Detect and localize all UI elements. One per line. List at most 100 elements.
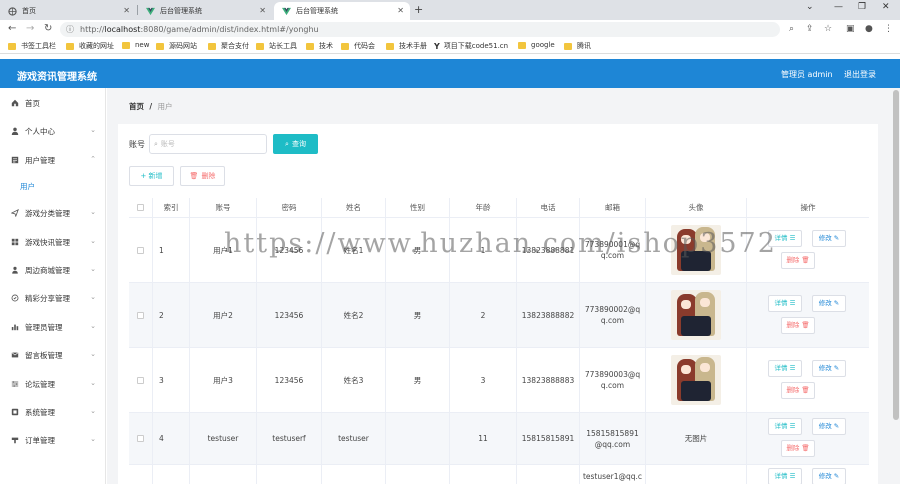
header-operation: 操作 (800, 203, 816, 212)
edit-button[interactable]: 修改 ✎ (812, 295, 846, 312)
new-tab-button[interactable]: + (414, 3, 423, 16)
page-scrollbar[interactable] (893, 90, 899, 420)
account-search-input[interactable]: ⌕ 账号 (149, 134, 267, 154)
user-icon (11, 127, 19, 135)
header-phone: 电话 (517, 198, 580, 217)
sidebar-item-home[interactable]: 首页 (0, 95, 106, 111)
breadcrumb-home[interactable]: 首页 (129, 102, 144, 111)
menu-icon[interactable]: ⋮ (884, 24, 893, 34)
browser-toolbar: ← → ↻ ⓘ http:// localhost :8080/game/adm… (0, 20, 900, 39)
detail-button[interactable]: 详情 ☰ (768, 360, 802, 377)
browser-tab-admin-1[interactable]: 后台管理系统 ✕ (138, 2, 272, 20)
bookmark-item[interactable]: 站长工具 (256, 41, 297, 51)
bookmark-item[interactable]: 源码网站 (156, 41, 197, 51)
edit-button[interactable]: 修改 ✎ (812, 230, 846, 247)
bookmark-item[interactable]: 聚合支付 (208, 41, 249, 51)
bookmark-item[interactable]: google (518, 41, 555, 49)
sidebar-subitem-user[interactable]: 用户 (20, 181, 35, 192)
logout-link[interactable]: 退出登录 (844, 69, 876, 80)
row-checkbox[interactable] (129, 218, 153, 282)
window-close-icon[interactable]: ✕ (882, 2, 890, 12)
sidebar-item-game-news[interactable]: 游戏快讯管理 ⌄ (0, 234, 106, 250)
star-icon[interactable]: ☆ (824, 24, 832, 34)
folder-icon (564, 42, 572, 50)
detail-button[interactable]: 详情 ☰ (768, 418, 802, 435)
msg-icon (11, 351, 19, 359)
app-header: 游戏资讯管理系统 管理员 admin 退出登录 (0, 59, 900, 88)
tab-label: 首页 (22, 7, 36, 15)
bookmark-item[interactable]: 书签工具栏 (8, 41, 56, 51)
delete-button[interactable]: 🗑 删除 (180, 166, 225, 186)
y-icon: Y (434, 41, 440, 51)
sidebar-item-share[interactable]: 精彩分享管理 ⌄ (0, 290, 106, 306)
grid-icon (11, 238, 19, 246)
remove-button[interactable]: 删除 🗑 (781, 382, 815, 399)
bookmark-item[interactable]: 技术手册 (386, 41, 427, 51)
browser-tab-admin-2[interactable]: 后台管理系统 ✕ (274, 2, 410, 20)
edit-button[interactable]: 修改 ✎ (812, 418, 846, 435)
header-avatar: 头像 (646, 198, 747, 217)
remove-button[interactable]: 删除 🗑 (781, 440, 815, 457)
profile-icon[interactable]: ● (865, 24, 873, 34)
close-icon[interactable]: ✕ (123, 6, 130, 15)
bookmark-item[interactable]: 收藏的网址 (66, 41, 114, 51)
header-account: 账号 (190, 198, 257, 217)
bookmark-item[interactable]: Y 项目下载code51.cn (434, 41, 508, 51)
sidebar-item-system[interactable]: 系统管理 ⌄ (0, 404, 106, 420)
select-all-checkbox[interactable] (129, 198, 153, 217)
tab-search-icon[interactable]: ⌄ (806, 2, 814, 12)
detail-button[interactable]: 详情 ☰ (768, 295, 802, 312)
share-icon[interactable]: ⇪ (806, 24, 814, 34)
chevron-down-icon: ⌄ (90, 379, 96, 387)
search-icon: ⌕ (154, 139, 158, 148)
edit-button[interactable]: 修改 ✎ (812, 360, 846, 377)
edit-button[interactable]: 修改 ✎ (812, 468, 846, 484)
sidebar-item-admins[interactable]: 管理员管理 ⌄ (0, 319, 106, 335)
row-checkbox[interactable] (129, 283, 153, 347)
detail-button[interactable]: 详情 ☰ (768, 230, 802, 247)
sidebar-item-messages[interactable]: 留言板管理 ⌄ (0, 347, 106, 363)
folder-icon (386, 42, 394, 50)
minimize-icon[interactable]: — (834, 2, 843, 12)
sidebar-item-shop[interactable]: 周边商城管理 ⌄ (0, 262, 106, 278)
sidebar-item-profile[interactable]: 个人中心 ⌄ (0, 123, 106, 139)
detail-button[interactable]: 详情 ☰ (768, 468, 802, 484)
sidebar-item-orders[interactable]: 订单管理 ⌄ (0, 432, 106, 448)
sidebar-item-forum[interactable]: 论坛管理 ⌄ (0, 376, 106, 392)
row-actions: 详情 ☰ 修改 ✎ 删除 🗑 (747, 348, 869, 412)
bookmark-item[interactable]: 代码会 (341, 41, 375, 51)
remove-button[interactable]: 删除 🗑 (781, 252, 815, 269)
browser-tabbar: 首页 ✕ 后台管理系统 ✕ 后台管理系统 ✕ + ⌄ — ❐ ✕ (0, 0, 900, 20)
bookmark-item[interactable]: 腾讯 (564, 41, 591, 51)
browser-tab-home[interactable]: 首页 ✕ (0, 2, 136, 20)
maximize-icon[interactable]: ❐ (858, 2, 866, 12)
row-checkbox[interactable] (129, 413, 153, 464)
remove-button[interactable]: 删除 🗑 (781, 317, 815, 334)
row-actions: 详情 ☰ 修改 ✎ 删除 🗑 (747, 218, 869, 282)
row-checkbox[interactable] (129, 348, 153, 412)
bookmark-item[interactable]: 技术 (306, 41, 333, 51)
address-bar[interactable]: ⓘ http:// localhost :8080/game/admin/dis… (60, 22, 780, 37)
sidepanel-icon[interactable]: ▣ (846, 24, 855, 34)
info-icon[interactable]: ⓘ (66, 24, 74, 35)
chevron-up-icon: ⌃ (90, 155, 96, 163)
zoom-icon[interactable]: ⌕ (789, 24, 794, 34)
bookmark-item[interactable]: new (122, 41, 149, 49)
back-icon[interactable]: ← (8, 23, 16, 34)
sidebar-item-game-category[interactable]: 游戏分类管理 ⌄ (0, 205, 106, 221)
header-index: 索引 (153, 198, 190, 217)
search-button[interactable]: ⌕ 查询 (273, 134, 318, 154)
folder-icon (306, 42, 314, 50)
sidebar-item-users[interactable]: 用户管理 ⌃ (0, 152, 106, 168)
chevron-down-icon: ⌄ (90, 237, 96, 245)
reload-icon[interactable]: ↻ (44, 23, 52, 34)
add-button[interactable]: + 新增 (129, 166, 174, 186)
tab-label: 后台管理系统 (160, 7, 202, 15)
forward-icon[interactable]: → (26, 23, 34, 34)
vue-icon (282, 7, 291, 16)
close-icon[interactable]: ✕ (397, 6, 404, 15)
close-icon[interactable]: ✕ (259, 6, 266, 15)
globe-icon (8, 6, 17, 16)
row-actions: 详情 ☰ 修改 ✎ 删除 🗑 (747, 413, 869, 464)
chevron-down-icon: ⌄ (90, 322, 96, 330)
